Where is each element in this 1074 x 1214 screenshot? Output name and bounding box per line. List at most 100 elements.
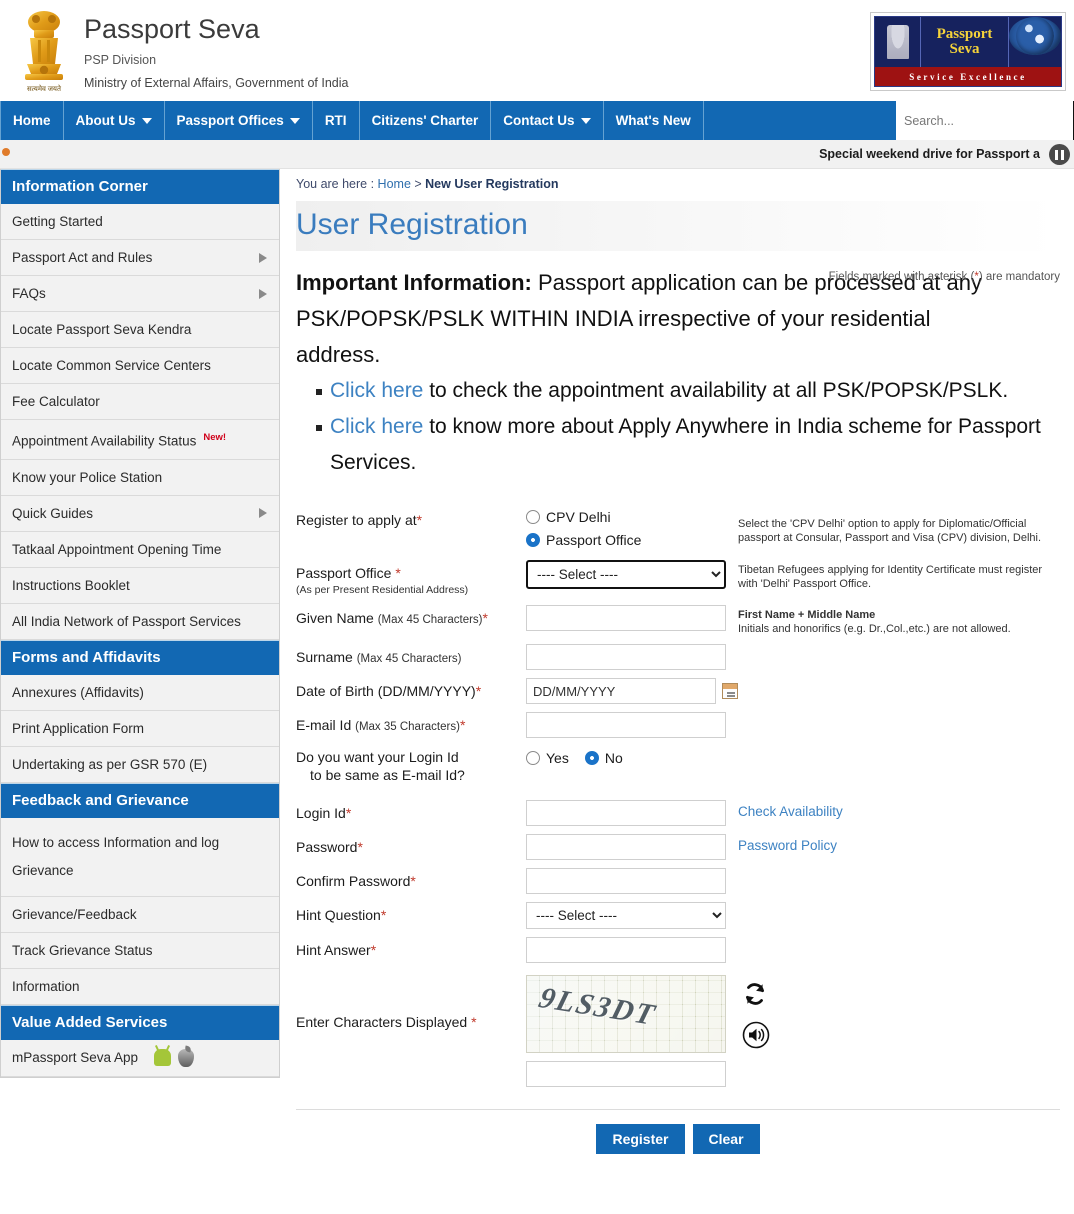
calendar-icon[interactable] bbox=[722, 683, 738, 699]
email-input[interactable] bbox=[526, 712, 726, 738]
sidebar-item-information[interactable]: Information bbox=[1, 968, 279, 1005]
marquee-text[interactable]: Special weekend drive for Passport a bbox=[819, 147, 1074, 161]
captcha-input[interactable] bbox=[526, 1061, 726, 1087]
content-wrapper: Information Corner Getting Started Passp… bbox=[0, 169, 1074, 1154]
sidebar-item-passport-act-and-rules[interactable]: Passport Act and Rules bbox=[1, 240, 279, 276]
given-name-input[interactable] bbox=[526, 605, 726, 631]
required-asterisk: * bbox=[370, 942, 377, 958]
radio-option-yes[interactable]: Yes bbox=[526, 750, 569, 766]
main-navigation: Home About Us Passport Offices RTI Citiz… bbox=[0, 101, 1074, 140]
page-title-bar: User Registration bbox=[296, 201, 1060, 251]
mandatory-note-pre: Fields marked with asterisk ( bbox=[828, 271, 975, 283]
important-information-row: Fields marked with asterisk (*) are mand… bbox=[296, 265, 1060, 481]
sidebar-item-tatkaal-appointment-opening-time[interactable]: Tatkaal Appointment Opening Time bbox=[1, 531, 279, 568]
check-availability-link[interactable]: Check Availability bbox=[728, 800, 843, 819]
form-row-login-id: Login Id* Check Availability bbox=[296, 800, 1060, 826]
hint-given-name: First Name + Middle Name Initials and ho… bbox=[728, 605, 1060, 636]
breadcrumb-link-home[interactable]: Home bbox=[378, 177, 411, 191]
form-row-email: E-mail Id (Max 35 Characters)* bbox=[296, 712, 1060, 738]
click-here-link-appointment-availability[interactable]: Click here bbox=[330, 379, 423, 402]
new-badge: New! bbox=[203, 432, 227, 443]
login-id-input[interactable] bbox=[526, 800, 726, 826]
sidebar-item-quick-guides[interactable]: Quick Guides bbox=[1, 495, 279, 532]
refresh-icon[interactable] bbox=[742, 981, 768, 1007]
hint-question-select[interactable]: ---- Select ---- bbox=[526, 902, 726, 929]
label-given-name: Given Name (Max 45 Characters)* bbox=[296, 605, 526, 629]
radio-option-no[interactable]: No bbox=[584, 750, 623, 766]
label-date-of-birth: Date of Birth (DD/MM/YYYY)* bbox=[296, 678, 526, 700]
nav-label: About Us bbox=[75, 113, 136, 128]
nav-item-whats-new[interactable]: What's New bbox=[604, 101, 704, 140]
sidebar-item-print-application-form[interactable]: Print Application Form bbox=[1, 710, 279, 747]
sidebar-item-annexures-affidavits[interactable]: Annexures (Affidavits) bbox=[1, 674, 279, 711]
password-input[interactable] bbox=[526, 834, 726, 860]
radio-icon-selected[interactable] bbox=[526, 533, 540, 547]
radio-icon[interactable] bbox=[526, 751, 540, 765]
sidebar-item-locate-common-service-centers[interactable]: Locate Common Service Centers bbox=[1, 348, 279, 384]
sidebar-item-faqs[interactable]: FAQs bbox=[1, 276, 279, 312]
audio-speaker-icon[interactable] bbox=[742, 1021, 770, 1049]
radio-option-passport-office[interactable]: Passport Office bbox=[526, 532, 728, 548]
surname-input[interactable] bbox=[526, 644, 726, 670]
click-here-link-apply-anywhere[interactable]: Click here bbox=[330, 415, 423, 438]
logo-wordmark: Passport Seva bbox=[921, 17, 1009, 67]
passport-office-select[interactable]: ---- Select ---- bbox=[526, 560, 726, 589]
radio-icon-selected[interactable] bbox=[584, 751, 599, 765]
sidebar-item-getting-started[interactable]: Getting Started bbox=[1, 204, 279, 240]
sidebar-item-fee-calculator[interactable]: Fee Calculator bbox=[1, 384, 279, 420]
search-input[interactable] bbox=[896, 101, 1073, 140]
apple-icon[interactable] bbox=[177, 1048, 194, 1067]
clear-button[interactable]: Clear bbox=[692, 1124, 760, 1154]
sidebar-item-track-grievance-status[interactable]: Track Grievance Status bbox=[1, 932, 279, 969]
sidebar-section-header-information-corner: Information Corner bbox=[1, 169, 279, 204]
label-text: Password bbox=[296, 839, 358, 855]
label-register-at: Register to apply at* bbox=[296, 507, 526, 529]
sidebar-item-undertaking-gsr-570[interactable]: Undertaking as per GSR 570 (E) bbox=[1, 746, 279, 783]
nav-item-about-us[interactable]: About Us bbox=[64, 101, 165, 140]
sidebar-item-all-india-network-of-passport-services[interactable]: All India Network of Passport Services bbox=[1, 603, 279, 640]
sidebar-item-how-to-access-information[interactable]: How to access Information and log Grieva… bbox=[1, 817, 279, 897]
nav-item-home[interactable]: Home bbox=[0, 101, 64, 140]
form-row-surname: Surname (Max 45 Characters) bbox=[296, 644, 1060, 670]
android-icon[interactable] bbox=[153, 1049, 171, 1067]
breadcrumb-current: New User Registration bbox=[425, 177, 559, 191]
marquee-pause-button[interactable] bbox=[1049, 144, 1070, 165]
list-item: Click here to know more about Apply Anyw… bbox=[316, 409, 1060, 481]
nav-item-contact-us[interactable]: Contact Us bbox=[491, 101, 604, 140]
sidebar-item-locate-passport-seva-kendra[interactable]: Locate Passport Seva Kendra bbox=[1, 312, 279, 348]
sidebar-item-label: Appointment Availability Status bbox=[12, 433, 197, 449]
sidebar-item-instructions-booklet[interactable]: Instructions Booklet bbox=[1, 567, 279, 604]
nav-search bbox=[896, 101, 1074, 140]
sidebar-section-header-forms-and-affidavits: Forms and Affidavits bbox=[1, 639, 279, 675]
date-of-birth-input[interactable] bbox=[526, 678, 716, 704]
nav-item-rti[interactable]: RTI bbox=[313, 101, 360, 140]
radio-label: Passport Office bbox=[546, 532, 642, 548]
hint-answer-input[interactable] bbox=[526, 937, 726, 963]
hint-surname bbox=[728, 644, 1060, 647]
required-asterisk: * bbox=[471, 1014, 477, 1030]
sidebar-item-label: Locate Passport Seva Kendra bbox=[12, 322, 192, 337]
sidebar-item-label: FAQs bbox=[12, 286, 46, 301]
captcha-tools bbox=[728, 975, 770, 1049]
label-text: Register to apply at bbox=[296, 512, 417, 528]
sidebar-item-know-your-police-station[interactable]: Know your Police Station bbox=[1, 459, 279, 496]
nav-item-citizens-charter[interactable]: Citizens' Charter bbox=[360, 101, 492, 140]
label-sub-text: (As per Present Residential Address) bbox=[296, 584, 469, 596]
radio-option-cpv-delhi[interactable]: CPV Delhi bbox=[526, 509, 728, 525]
register-button[interactable]: Register bbox=[596, 1124, 685, 1154]
sidebar-item-mpassport-seva-app[interactable]: mPassport Seva App bbox=[1, 1039, 279, 1077]
label-small-text: (Max 45 Characters) bbox=[356, 653, 462, 665]
nav-item-passport-offices[interactable]: Passport Offices bbox=[165, 101, 313, 140]
form-row-hint-question: Hint Question* ---- Select ---- bbox=[296, 902, 1060, 929]
confirm-password-input[interactable] bbox=[526, 868, 726, 894]
sidebar-item-label: Grievance/Feedback bbox=[12, 906, 137, 922]
sidebar-item-appointment-availability-status[interactable]: Appointment Availability Status New! bbox=[1, 420, 279, 460]
chevron-down-icon bbox=[580, 117, 591, 124]
radio-icon[interactable] bbox=[526, 510, 540, 524]
required-asterisk: * bbox=[416, 512, 423, 528]
required-asterisk: * bbox=[459, 717, 466, 733]
sidebar-item-label: Information bbox=[12, 978, 80, 994]
sidebar-item-grievance-feedback[interactable]: Grievance/Feedback bbox=[1, 896, 279, 933]
chevron-right-icon bbox=[259, 508, 267, 518]
password-policy-link[interactable]: Password Policy bbox=[728, 834, 837, 853]
